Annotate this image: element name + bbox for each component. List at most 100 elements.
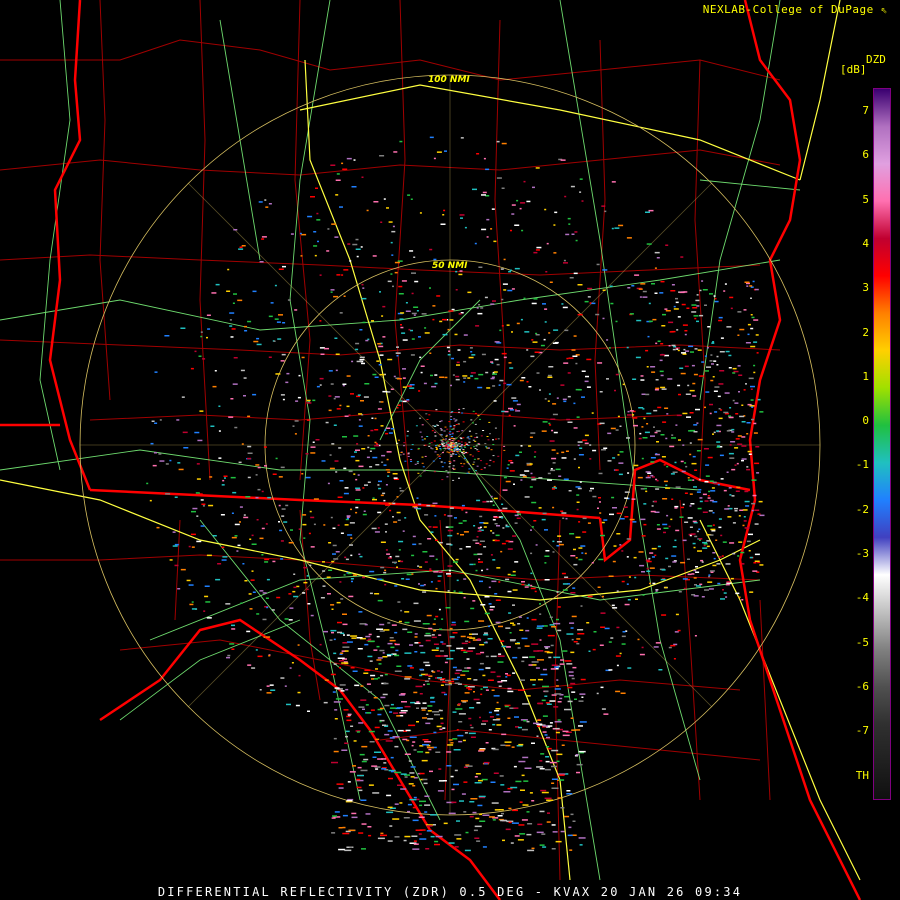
echo-pixel (725, 596, 728, 598)
echo-pixel (501, 645, 507, 648)
echo-pixel (624, 497, 629, 499)
echo-pixel (231, 328, 236, 330)
echo-pixel (449, 319, 454, 321)
echo-pixel (531, 618, 537, 621)
echo-pixel (346, 634, 350, 636)
echo-pixel (370, 709, 375, 711)
echo-pixel (261, 490, 264, 493)
echo-pixel (598, 497, 601, 499)
echo-pixel (417, 751, 424, 753)
echo-pixel (328, 409, 332, 412)
echo-pixel (742, 509, 748, 511)
echo-pixel (256, 519, 259, 521)
echo-pixel (540, 753, 545, 755)
echo-pixel (447, 328, 450, 331)
echo-pixel (478, 668, 484, 671)
echo-pixel (448, 812, 456, 815)
echo-pixel (468, 441, 471, 443)
echo-pixel (631, 498, 636, 500)
echo-pixel (549, 624, 554, 626)
echo-pixel (699, 289, 702, 292)
state-lines (0, 0, 862, 900)
echo-pixel (462, 739, 466, 742)
echo-pixel (342, 832, 350, 835)
echo-pixel (446, 751, 452, 753)
echo-pixel (711, 363, 714, 365)
echo-pixel (437, 677, 442, 679)
echo-pixel (542, 421, 548, 423)
echo-pixel (747, 450, 752, 453)
echo-pixel (754, 509, 760, 511)
echo-pixel (424, 634, 432, 637)
echo-pixel (323, 524, 326, 526)
echo-pixel (439, 434, 442, 436)
echo-pixel (529, 792, 533, 794)
echo-pixel (716, 441, 721, 443)
echo-pixel (482, 846, 487, 848)
echo-pixel (404, 611, 410, 613)
echo-pixel (381, 461, 384, 463)
echo-pixel (466, 650, 474, 652)
echo-pixel (617, 454, 620, 456)
echo-pixel (412, 848, 420, 850)
echo-pixel (601, 521, 605, 524)
echo-pixel (693, 315, 699, 317)
echo-pixel (488, 447, 490, 449)
echo-pixel (435, 539, 438, 541)
echo-pixel (524, 645, 530, 647)
echo-pixel (421, 424, 424, 426)
echo-pixel (657, 545, 661, 548)
echo-pixel (567, 421, 573, 423)
echo-pixel (172, 531, 176, 533)
echo-pixel (473, 553, 478, 556)
echo-pixel (375, 738, 380, 741)
echo-pixel (692, 520, 697, 523)
echo-pixel (671, 330, 676, 333)
echo-pixel (598, 472, 603, 475)
echo-pixel (533, 520, 537, 522)
echo-pixel (305, 453, 309, 455)
echo-pixel (410, 448, 413, 450)
echo-pixel (573, 272, 578, 275)
echo-pixel (432, 526, 438, 528)
echo-pixel (233, 229, 238, 231)
echo-pixel (544, 208, 547, 211)
echo-pixel (541, 791, 549, 794)
echo-pixel (152, 464, 157, 467)
echo-pixel (501, 187, 505, 189)
echo-pixel (646, 412, 652, 415)
echo-pixel (745, 505, 750, 507)
echo-pixel (672, 561, 677, 563)
echo-pixel (378, 487, 382, 490)
echo-pixel (430, 581, 433, 583)
echo-pixel (331, 608, 334, 610)
echo-pixel (231, 624, 235, 627)
echo-pixel (391, 230, 396, 233)
echo-pixel (366, 456, 370, 459)
echo-pixel (562, 730, 569, 733)
echo-pixel (643, 503, 647, 505)
echo-pixel (698, 489, 702, 491)
echo-pixel (718, 316, 723, 319)
echo-pixel (408, 760, 412, 762)
echo-pixel (403, 445, 405, 447)
echo-pixel (552, 403, 557, 405)
echo-pixel (421, 313, 427, 315)
echo-pixel (416, 721, 419, 723)
echo-pixel (632, 521, 637, 523)
echo-pixel (557, 719, 561, 721)
echo-pixel (527, 849, 535, 852)
echo-pixel (648, 209, 654, 212)
echo-pixel (386, 811, 394, 814)
echo-pixel (449, 649, 455, 652)
echo-pixel (517, 647, 521, 649)
echo-pixel (642, 594, 645, 596)
colorbar-tick: 4 (862, 236, 869, 250)
echo-pixel (675, 301, 679, 304)
echo-pixel (374, 751, 381, 753)
echo-pixel (435, 615, 439, 618)
echo-pixel (297, 691, 301, 694)
echo-pixel (174, 543, 179, 546)
echo-pixel (593, 631, 597, 633)
echo-pixel (387, 806, 393, 809)
